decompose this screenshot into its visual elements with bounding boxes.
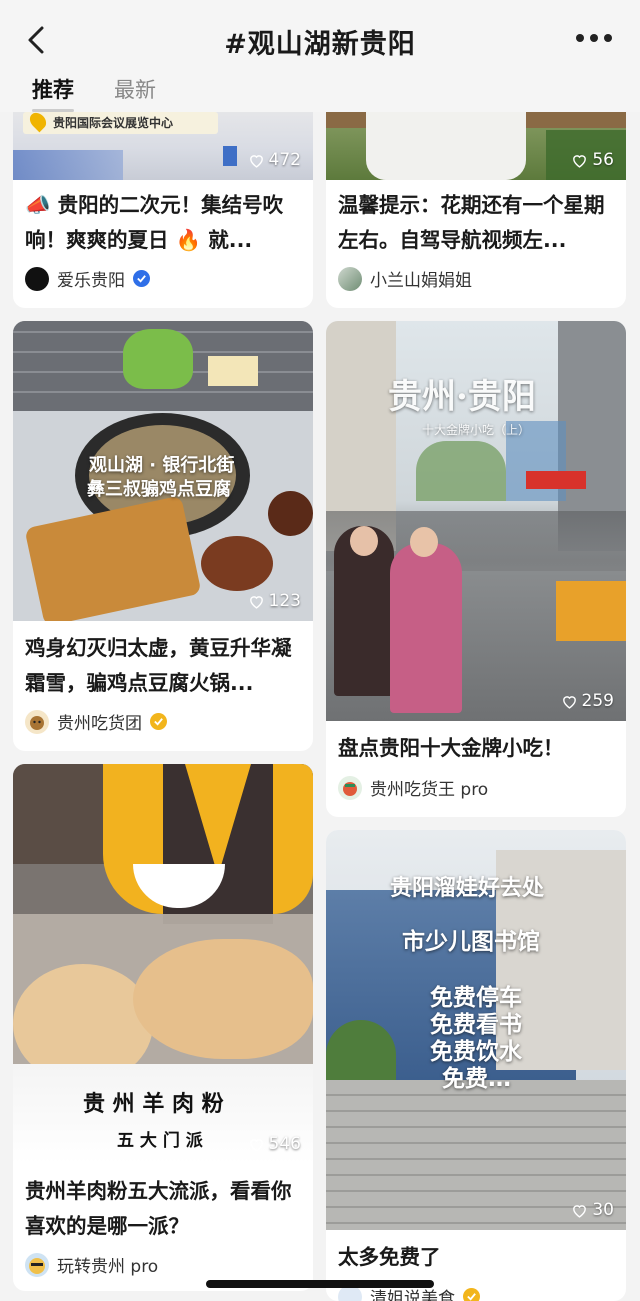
card-author[interactable]: 贵州吃货王 pro (338, 775, 488, 800)
author-name: 爱乐贵阳 (57, 271, 125, 291)
card-author[interactable]: 玩转贵州 pro (25, 1252, 158, 1277)
like-count[interactable]: 30 (571, 1200, 614, 1220)
card-image-caption: 彝三叔骟鸡点豆腐 (87, 479, 231, 500)
verified-badge-icon (463, 1288, 480, 1301)
card-image-caption: 观山湖 · 银行北街 (89, 455, 235, 476)
like-count[interactable]: 56 (571, 150, 614, 170)
feed-card[interactable]: 贵阳溜娃好去处 市少儿图书馆 免费停车 免费看书 免费饮水 免费… 30 太多免… (326, 830, 626, 1301)
feed-card[interactable]: 观山湖 · 银行北街 彝三叔骟鸡点豆腐 123 鸡身幻灭归太虚，黄豆升华凝霜雪，… (13, 321, 313, 751)
like-count[interactable]: 123 (248, 591, 301, 611)
verified-badge-icon (150, 713, 167, 730)
tab-latest[interactable]: 最新 (114, 74, 156, 112)
like-count[interactable]: 546 (248, 1134, 301, 1154)
card-image-caption: 五 大 门 派 (117, 1131, 203, 1151)
card-title: 📣 贵阳的二次元！集结号吹响！爽爽的夏日 🔥 就... (25, 193, 284, 252)
card-image[interactable]: 贵 州 羊 肉 粉 五 大 门 派 546 (13, 764, 313, 1164)
feed-card[interactable]: 贵阳国际会议展览中心 472 📣 贵阳的二次元！集结号吹响！爽爽的夏日 🔥 就.… (13, 100, 313, 308)
author-name: 贵州吃货王 pro (370, 780, 489, 800)
feed-card[interactable]: 贵 州 羊 肉 粉 五 大 门 派 546 贵州羊肉粉五大流派，看看你喜欢的是哪… (13, 764, 313, 1291)
card-image-caption: 免费… (442, 1066, 511, 1092)
top-bar: #观山湖新贵阳 推荐 最新 (0, 0, 640, 112)
card-title: 鸡身幻灭归太虚，黄豆升华凝霜雪，骗鸡点豆腐火锅... (25, 636, 292, 695)
avatar (338, 775, 362, 800)
card-image[interactable]: 贵州·贵阳 十大金牌小吃（上） 259 (326, 321, 626, 721)
card-image-caption: 贵阳国际会议展览中心 (53, 116, 174, 130)
card-title: 盘点贵阳十大金牌小吃！ (338, 736, 564, 760)
author-name: 贵州吃货团 (57, 714, 142, 734)
card-title: 温馨提示：花期还有一个星期左右。自驾导航视频左... (338, 193, 605, 252)
card-image[interactable]: 贵阳溜娃好去处 市少儿图书馆 免费停车 免费看书 免费饮水 免费… 30 (326, 830, 626, 1230)
tab-recommended[interactable]: 推荐 (32, 74, 74, 112)
avatar (338, 266, 362, 291)
card-image[interactable]: 贵阳国际会议展览中心 472 (13, 100, 313, 180)
card-author[interactable]: 贵州吃货团 (25, 709, 167, 734)
feed-card[interactable]: 贵州·贵阳 十大金牌小吃（上） 259 盘点贵阳十大金牌小吃！ 贵州吃货王 pr… (326, 321, 626, 817)
card-image-caption: 市少儿图书馆 (402, 929, 540, 955)
card-author[interactable]: 爱乐贵阳 (25, 266, 150, 291)
tab-bar: 推荐 最新 (32, 74, 156, 112)
more-icon[interactable] (576, 34, 612, 44)
card-image-caption: 贵阳溜娃好去处 (390, 876, 545, 901)
like-count[interactable]: 472 (248, 150, 301, 170)
home-indicator[interactable] (206, 1280, 434, 1288)
avatar (25, 1252, 49, 1277)
card-author[interactable]: 小兰山娟娟姐 (338, 266, 472, 291)
feed-card[interactable]: 56 温馨提示：花期还有一个星期左右。自驾导航视频左... 小兰山娟娟姐 (326, 100, 626, 308)
avatar (25, 709, 49, 734)
card-image-caption: 贵 州 羊 肉 粉 (83, 1092, 224, 1117)
verified-badge-icon (133, 270, 150, 287)
card-image[interactable]: 56 (326, 100, 626, 180)
author-name: 小兰山娟娟姐 (370, 271, 472, 291)
author-name: 玩转贵州 pro (57, 1257, 159, 1277)
card-image-caption: 贵州·贵阳 (388, 377, 536, 417)
card-image[interactable]: 观山湖 · 银行北街 彝三叔骟鸡点豆腐 123 (13, 321, 313, 621)
like-count[interactable]: 259 (561, 691, 614, 711)
avatar (25, 266, 49, 291)
card-title: 贵州羊肉粉五大流派，看看你喜欢的是哪一派？ (25, 1179, 292, 1238)
page-title: #观山湖新贵阳 (224, 29, 416, 60)
card-title: 太多免费了 (338, 1245, 441, 1269)
card-image-caption: 十大金牌小吃（上） (422, 423, 531, 437)
